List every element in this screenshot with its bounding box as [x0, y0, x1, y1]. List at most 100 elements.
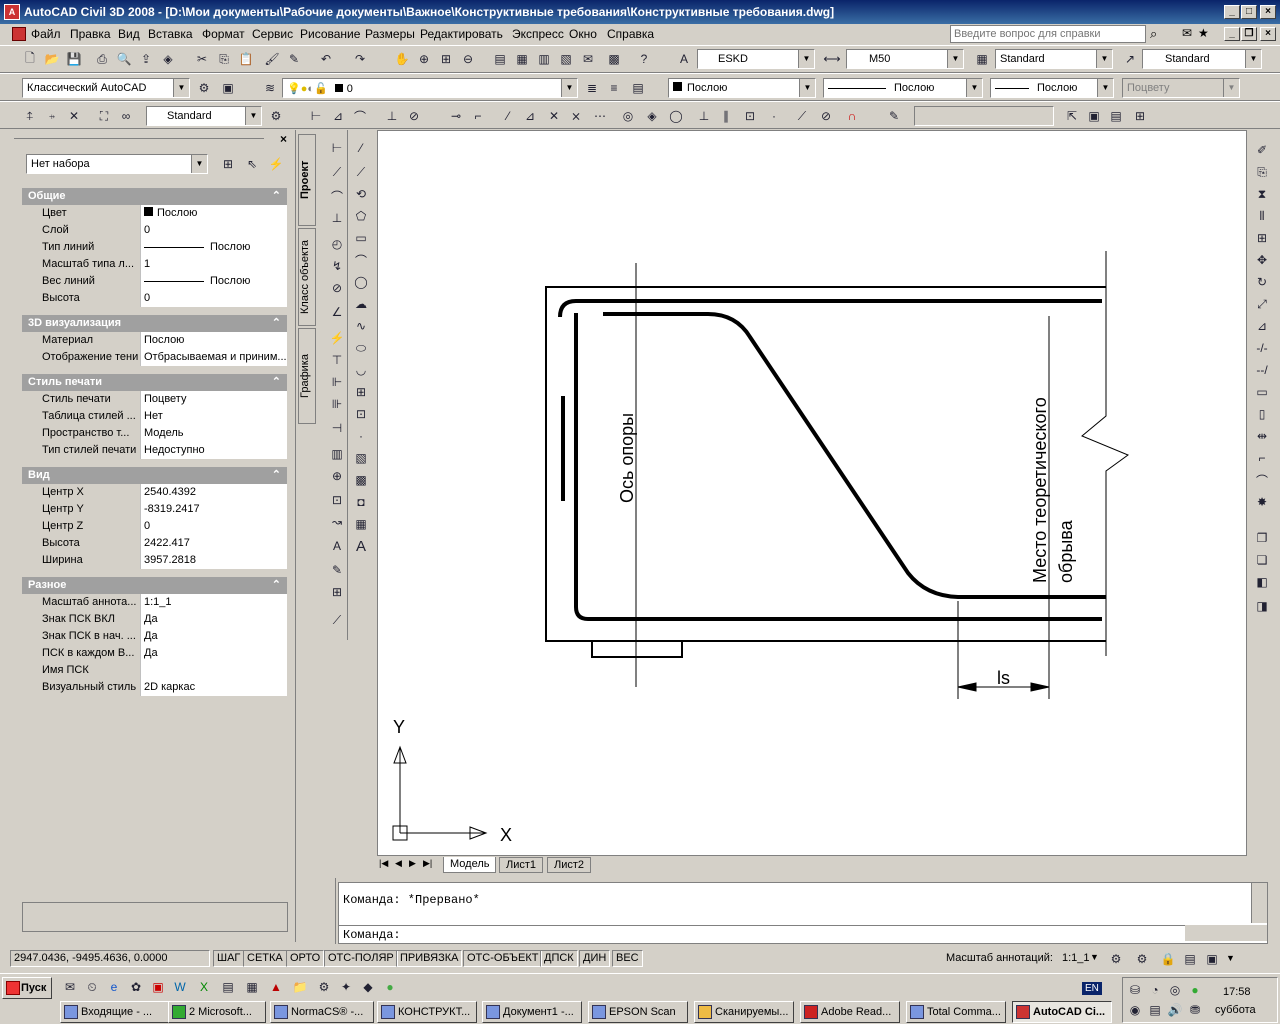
- close-button[interactable]: ×: [1260, 5, 1276, 19]
- attach-xref-icon[interactable]: ⇱: [1062, 106, 1082, 126]
- zoom-window-icon[interactable]: ⊞: [436, 49, 456, 69]
- plotstyle-select[interactable]: Поцвету ▼: [1122, 78, 1240, 98]
- lineweight-select[interactable]: Послою ▼: [990, 78, 1114, 98]
- quick-clock-icon[interactable]: ⏲: [82, 977, 102, 997]
- snap-nearest-icon[interactable]: ⟋: [792, 106, 812, 126]
- lock-icon[interactable]: 🔒: [1158, 949, 1178, 969]
- linetype-select[interactable]: Послою ▼: [823, 78, 983, 98]
- grid-toggle[interactable]: СЕТКА: [243, 950, 287, 967]
- make-block-icon[interactable]: ⊡: [351, 404, 371, 424]
- erase-icon[interactable]: ✐: [1252, 140, 1272, 160]
- vt-dim-angular-icon[interactable]: ∠: [327, 302, 347, 322]
- property-row[interactable]: Стиль печати Поцвету: [38, 391, 287, 408]
- tab-prev-icon[interactable]: ◀: [395, 858, 402, 869]
- task-normacs[interactable]: NormaCS® -...: [270, 1001, 374, 1023]
- zoom-previous-icon[interactable]: ⊖: [458, 49, 478, 69]
- vt-dim-linear-icon[interactable]: ⊢: [327, 138, 347, 158]
- ellipse-arc-icon[interactable]: ◡: [351, 360, 371, 380]
- quick-app-icon[interactable]: ✿: [126, 977, 146, 997]
- doc-icon[interactable]: [12, 27, 26, 41]
- annotation-icon[interactable]: ✎: [884, 106, 904, 126]
- spline-icon[interactable]: ∿: [351, 316, 371, 336]
- vt-dim-diameter-icon[interactable]: ⊘: [327, 278, 347, 298]
- tray-icon-6[interactable]: ▤: [1145, 1000, 1165, 1020]
- tab-sheet2[interactable]: Лист2: [547, 857, 592, 873]
- lwt-toggle[interactable]: ВЕС: [612, 950, 643, 967]
- workspace-select[interactable]: Классический AutoCAD ▼: [22, 78, 190, 98]
- extend-icon[interactable]: --/: [1252, 360, 1272, 380]
- copy-icon[interactable]: ⎘: [214, 49, 234, 69]
- property-value[interactable]: Модель: [140, 425, 287, 442]
- dyn-toggle[interactable]: ДИН: [579, 950, 611, 967]
- workspace-save-icon[interactable]: ▣: [218, 78, 238, 98]
- tab-last-icon[interactable]: ▶|: [423, 858, 432, 869]
- join-icon[interactable]: ⇹: [1252, 426, 1272, 446]
- snap-extension-icon[interactable]: ⋯: [590, 106, 610, 126]
- quick-app5-icon[interactable]: ✦: [336, 977, 356, 997]
- sheet-set-icon[interactable]: ▧: [556, 49, 576, 69]
- tab-first-icon[interactable]: |◀: [379, 858, 388, 869]
- property-row[interactable]: Масштаб типа л... 1: [38, 256, 287, 273]
- tab-project[interactable]: Проект: [298, 134, 316, 226]
- coords-readout[interactable]: 2947.0436, -9495.4636, 0.0000: [10, 950, 210, 967]
- dim-arc-icon[interactable]: ⌒: [350, 106, 370, 126]
- scale-icon[interactable]: ⤢: [1252, 294, 1272, 314]
- vt-inspect-icon[interactable]: ⊡: [327, 490, 347, 510]
- snap-from-icon[interactable]: ⌐: [468, 106, 488, 126]
- vt-dim-radius-icon[interactable]: ◴: [327, 234, 347, 254]
- open-file-icon[interactable]: 📂: [42, 49, 62, 69]
- draworder-front-icon[interactable]: ❐: [1252, 528, 1272, 548]
- copy-object-icon[interactable]: ⎘: [1252, 162, 1272, 182]
- snap-endpoint-icon[interactable]: ⁄: [498, 106, 518, 126]
- vt-dim-break-icon[interactable]: ⊣: [327, 418, 347, 438]
- draworder-below-icon[interactable]: ◨: [1252, 596, 1272, 616]
- property-value[interactable]: 1:1_1: [140, 594, 287, 611]
- command-prompt[interactable]: Команда:: [343, 928, 401, 942]
- dim-style-icon[interactable]: ⟷: [822, 49, 842, 69]
- dim-aligned-icon[interactable]: ⊿: [328, 106, 348, 126]
- rectangle-icon[interactable]: ▭: [351, 228, 371, 248]
- tray-icon-3[interactable]: ◎: [1165, 980, 1185, 1000]
- text-style-icon[interactable]: A: [674, 49, 694, 69]
- snap-tangent-icon[interactable]: ◯: [666, 106, 686, 126]
- snap-intersection-icon[interactable]: ✕: [544, 106, 564, 126]
- ucs-delete-icon[interactable]: ✕: [64, 106, 84, 126]
- task-epson[interactable]: EPSON Scan: [588, 1001, 688, 1023]
- property-row[interactable]: Тип стилей печати Недоступно: [38, 442, 287, 459]
- tab-model[interactable]: Модель: [443, 857, 497, 873]
- property-value[interactable]: 1: [140, 256, 287, 273]
- tab-object-class[interactable]: Класс объекта: [298, 228, 316, 326]
- property-row[interactable]: Центр Y -8319.2417: [38, 501, 287, 518]
- help-icon[interactable]: ?: [634, 49, 654, 69]
- vt-center-mark-icon[interactable]: ⊕: [327, 466, 347, 486]
- snap-midpoint-icon[interactable]: ⊿: [520, 106, 540, 126]
- property-row[interactable]: Центр X 2540.4392: [38, 484, 287, 501]
- vt-dim-space-icon[interactable]: ⊪: [327, 394, 347, 414]
- menu-modify[interactable]: Редактировать: [420, 27, 503, 41]
- quick-outlook-icon[interactable]: ✉: [60, 977, 80, 997]
- property-row[interactable]: Высота 2422.417: [38, 535, 287, 552]
- tab-graphics[interactable]: Графика: [298, 328, 316, 424]
- property-row[interactable]: Знак ПСК в нач. ... Да: [38, 628, 287, 645]
- tool-palettes-icon[interactable]: ▥: [534, 49, 554, 69]
- section-header[interactable]: Общие ⌃: [22, 188, 287, 205]
- annotation-scale-value[interactable]: 1:1_1: [1062, 952, 1090, 964]
- vt-dim-arc-icon[interactable]: ⌒: [327, 186, 347, 206]
- doc-minimize-button[interactable]: _: [1224, 27, 1240, 41]
- quick-ie-icon[interactable]: e: [104, 977, 124, 997]
- section-header[interactable]: 3D визуализация ⌃: [22, 315, 287, 332]
- task-document1[interactable]: Документ1 -...: [482, 1001, 582, 1023]
- task-total-commander[interactable]: Total Comma...: [906, 1001, 1006, 1023]
- cut-icon[interactable]: ✂: [192, 49, 212, 69]
- vt-dim-baseline-icon[interactable]: ⊤: [327, 350, 347, 370]
- region-icon[interactable]: ◘: [351, 492, 371, 512]
- property-value[interactable]: Послою: [140, 332, 287, 349]
- make-current-layer-icon[interactable]: ≣: [582, 78, 602, 98]
- dim-radius-icon[interactable]: ⊘: [404, 106, 424, 126]
- property-value[interactable]: Нет: [140, 408, 287, 425]
- menu-file[interactable]: Файл: [31, 27, 61, 41]
- ducs-toggle[interactable]: ДПСК: [540, 950, 578, 967]
- property-row[interactable]: Имя ПСК: [38, 662, 287, 679]
- table-style-icon[interactable]: ▦: [972, 49, 992, 69]
- snap-parallel-icon[interactable]: ∥: [716, 106, 736, 126]
